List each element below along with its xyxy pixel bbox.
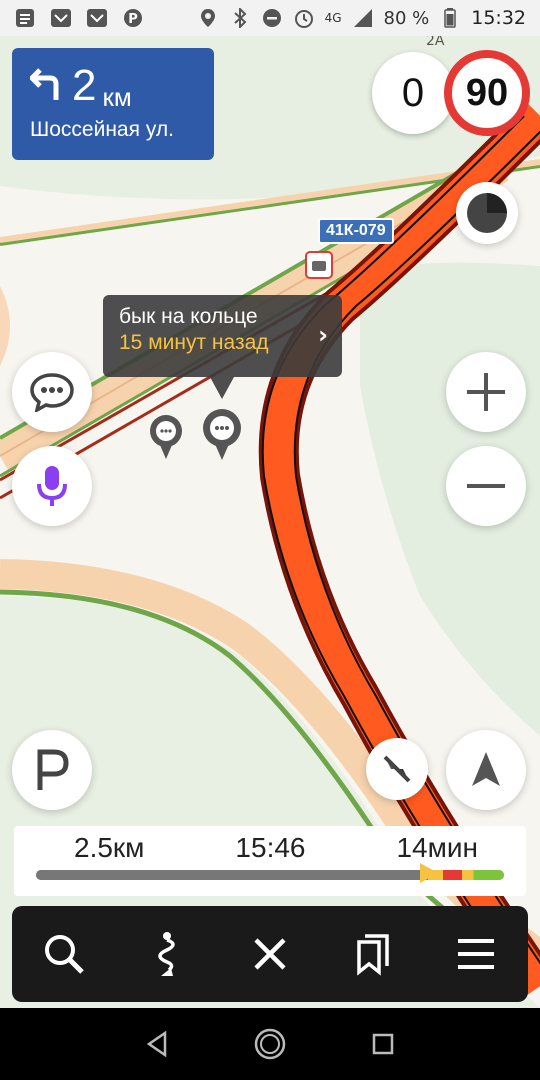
- dnd-icon: [261, 7, 283, 29]
- chevron-right-icon: ›: [318, 321, 328, 349]
- recents-icon: [373, 1033, 394, 1055]
- chat-icon: [30, 373, 74, 412]
- search-button[interactable]: [34, 924, 94, 984]
- system-nav-bar: [0, 1008, 540, 1080]
- my-location-button[interactable]: [446, 730, 526, 810]
- building-label: 2А: [426, 36, 445, 49]
- traffic-camera-icon: [305, 251, 333, 279]
- microphone-icon: [37, 466, 67, 506]
- navigation-arrow-icon: [472, 752, 500, 786]
- recents-button[interactable]: [363, 1024, 403, 1064]
- zoom-in-button[interactable]: [446, 352, 526, 432]
- event-title: бык на кольце: [119, 305, 258, 328]
- status-bar-system: 4G 80 % 15:32: [197, 7, 526, 29]
- parking-icon: [37, 749, 69, 790]
- road-events-button[interactable]: [12, 352, 92, 432]
- network-type: 4G: [324, 11, 342, 25]
- event-time: 15 минут назад: [119, 331, 269, 354]
- back-button[interactable]: [137, 1024, 177, 1064]
- maneuver-street: Шоссейная ул.: [30, 118, 174, 141]
- road-event-pin-small[interactable]: [150, 415, 182, 459]
- current-position-marker: [420, 863, 438, 883]
- zoom-out-button[interactable]: [446, 446, 526, 526]
- pinterest-icon: P: [122, 7, 144, 29]
- road-event-pin[interactable]: [203, 409, 241, 460]
- road-number-sign: 41К-079: [318, 218, 394, 244]
- voice-assistant-button[interactable]: [12, 446, 92, 526]
- location-icon: [197, 7, 219, 29]
- home-button[interactable]: [250, 1024, 290, 1064]
- home-icon: [254, 1028, 286, 1060]
- close-icon: [254, 938, 286, 970]
- tooltip-pointer: [210, 377, 234, 399]
- svg-text:P: P: [128, 12, 138, 27]
- clock: 15:32: [471, 7, 526, 29]
- alarm-icon: [293, 7, 315, 29]
- maneuver-distance: 2 км: [72, 61, 132, 112]
- battery-percent: 80 %: [383, 7, 430, 29]
- road-event-tooltip[interactable]: бык на кольце 15 минут назад ›: [103, 295, 342, 377]
- compass-button[interactable]: [456, 182, 518, 244]
- traffic-segment: [428, 870, 504, 880]
- bank-icon: [50, 7, 72, 29]
- current-speed: 0: [372, 52, 454, 134]
- battery-icon: [439, 7, 461, 29]
- remaining-distance: 2.5км: [74, 832, 145, 863]
- signal-icon: [352, 7, 374, 29]
- route-progress-fill: [36, 870, 430, 880]
- parking-button[interactable]: [12, 730, 92, 810]
- menu-button[interactable]: [446, 924, 506, 984]
- arrival-time: 15:46: [235, 832, 306, 863]
- status-bar-notifications: P: [14, 7, 144, 29]
- remaining-time: 14мин: [396, 832, 478, 863]
- minus-icon: [467, 484, 505, 488]
- turn-left-icon: [28, 66, 62, 106]
- compass-icon: [467, 193, 507, 233]
- bookmarks-button[interactable]: [343, 924, 403, 984]
- bookmarks-icon: [357, 934, 389, 976]
- bottom-toolbar: [12, 906, 528, 1002]
- menu-icon: [458, 939, 495, 969]
- search-icon: [44, 935, 84, 974]
- notification-icon: [14, 7, 36, 29]
- plus-icon: [467, 373, 505, 411]
- route-icon: [158, 932, 175, 976]
- trip-info-panel[interactable]: 2.5км 15:46 14мин: [14, 826, 526, 896]
- stop-navigation-button[interactable]: [240, 924, 300, 984]
- north-up-button[interactable]: [366, 738, 428, 800]
- compass-needle-icon: [383, 755, 411, 783]
- route-button[interactable]: [137, 924, 197, 984]
- next-maneuver-card[interactable]: 2 км Шоссейная ул.: [12, 48, 214, 160]
- status-bar: P 4G 80 % 15:32: [0, 0, 540, 36]
- bluetooth-icon: [229, 7, 251, 29]
- bank-icon: [86, 7, 108, 29]
- speed-limit-sign: 90: [444, 50, 530, 136]
- back-icon: [146, 1031, 166, 1057]
